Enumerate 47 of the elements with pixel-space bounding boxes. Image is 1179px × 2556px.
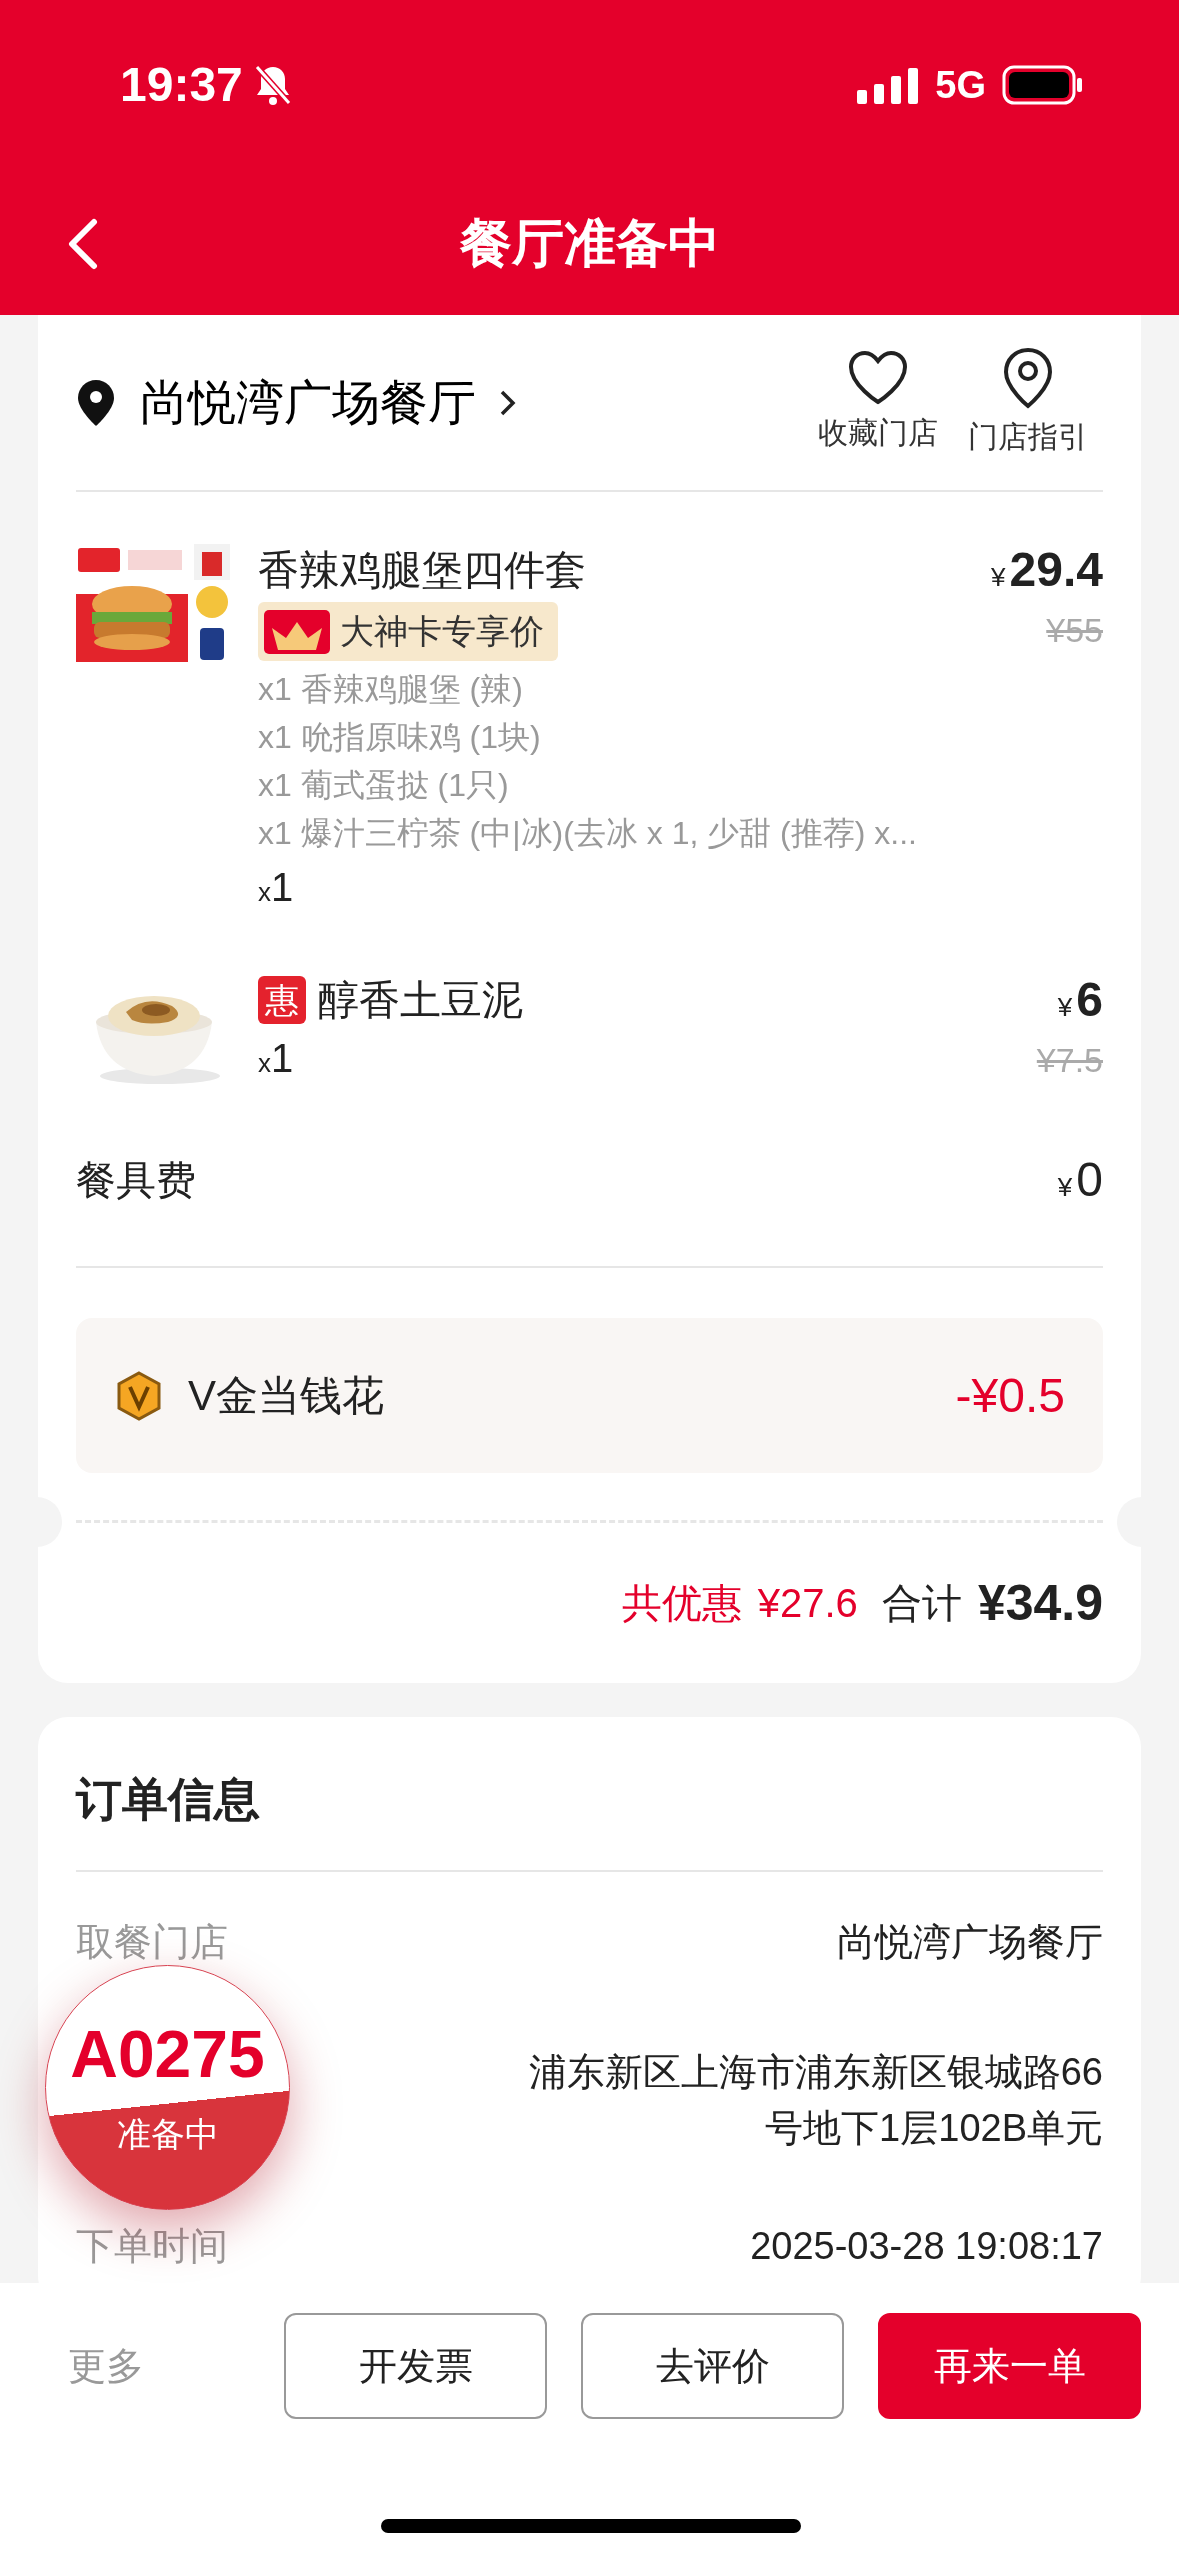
fee-amount: ¥0: [1057, 1151, 1103, 1208]
item-detail: x1 吮指原味鸡 (1块): [258, 718, 542, 757]
favorite-store-button[interactable]: 收藏门店: [803, 350, 953, 455]
back-icon: [66, 216, 100, 272]
reorder-button[interactable]: 再来一单: [878, 2313, 1141, 2419]
discount-label: V金当钱花: [188, 1371, 385, 1421]
info-label: 下单时间: [76, 2224, 228, 2269]
location-pin-icon: [1001, 346, 1055, 410]
info-value: 2025-03-28 19:08:17: [750, 2224, 1103, 2269]
original-price: ¥55: [1045, 610, 1103, 651]
total-amount: ¥34.9: [977, 1573, 1103, 1633]
store-name: 尚悦湾广场餐厅: [140, 374, 476, 431]
original-price: ¥7.5: [1036, 1040, 1103, 1081]
pickup-status: 准备中: [115, 2114, 220, 2155]
item-name: 醇香土豆泥: [318, 976, 523, 1025]
info-value: 尚悦湾广场餐厅: [837, 1920, 1103, 1965]
store-link[interactable]: 尚悦湾广场餐厅: [76, 366, 518, 439]
crown-icon: [264, 609, 330, 654]
network-label: 5G: [935, 62, 986, 108]
signal-icon: [857, 66, 920, 104]
savings-amount: ¥27.6: [757, 1580, 858, 1627]
heart-icon: [847, 350, 909, 406]
item-quantity: x1: [258, 1035, 295, 1082]
promo-tag: 大神卡专享价: [258, 602, 558, 661]
savings-label: 共优惠: [621, 1580, 742, 1627]
status-time: 19:37: [120, 57, 243, 113]
location-pin-icon: [76, 377, 116, 428]
item-price: ¥6: [1056, 972, 1103, 1028]
store-directions-button[interactable]: 门店指引: [953, 346, 1103, 459]
action-button[interactable]: 开发票: [284, 2313, 547, 2419]
fee-label: 餐具费: [76, 1156, 196, 1204]
section-title: 订单信息: [76, 1747, 1103, 1872]
item-detail: x1 葡式蛋挞 (1只): [258, 766, 510, 805]
info-label: 取餐门店: [76, 1920, 228, 1965]
item-detail: x1 爆汁三柠茶 (中|冰)(去冰 x 1, 少甜 (推荐) x...: [258, 814, 918, 853]
battery-icon: [1002, 65, 1084, 105]
action-button[interactable]: 去评价: [581, 2313, 844, 2419]
pickup-code: A0275: [69, 2021, 266, 2087]
item-name: 香辣鸡腿堡四件套: [258, 546, 586, 595]
item-quantity: x1: [258, 864, 295, 911]
item-detail: x1 香辣鸡腿堡 (辣): [258, 670, 524, 709]
discount-badge: 惠: [258, 976, 306, 1024]
discount-amount: -¥0.5: [955, 1367, 1065, 1424]
info-value: 浦东新区上海市浦东新区银城路66 号地下1层102B单元: [528, 2050, 1103, 2151]
page-title: 餐厅准备中: [459, 212, 720, 274]
item-price: ¥29.4: [991, 542, 1103, 598]
total-label: 合计: [881, 1580, 962, 1627]
